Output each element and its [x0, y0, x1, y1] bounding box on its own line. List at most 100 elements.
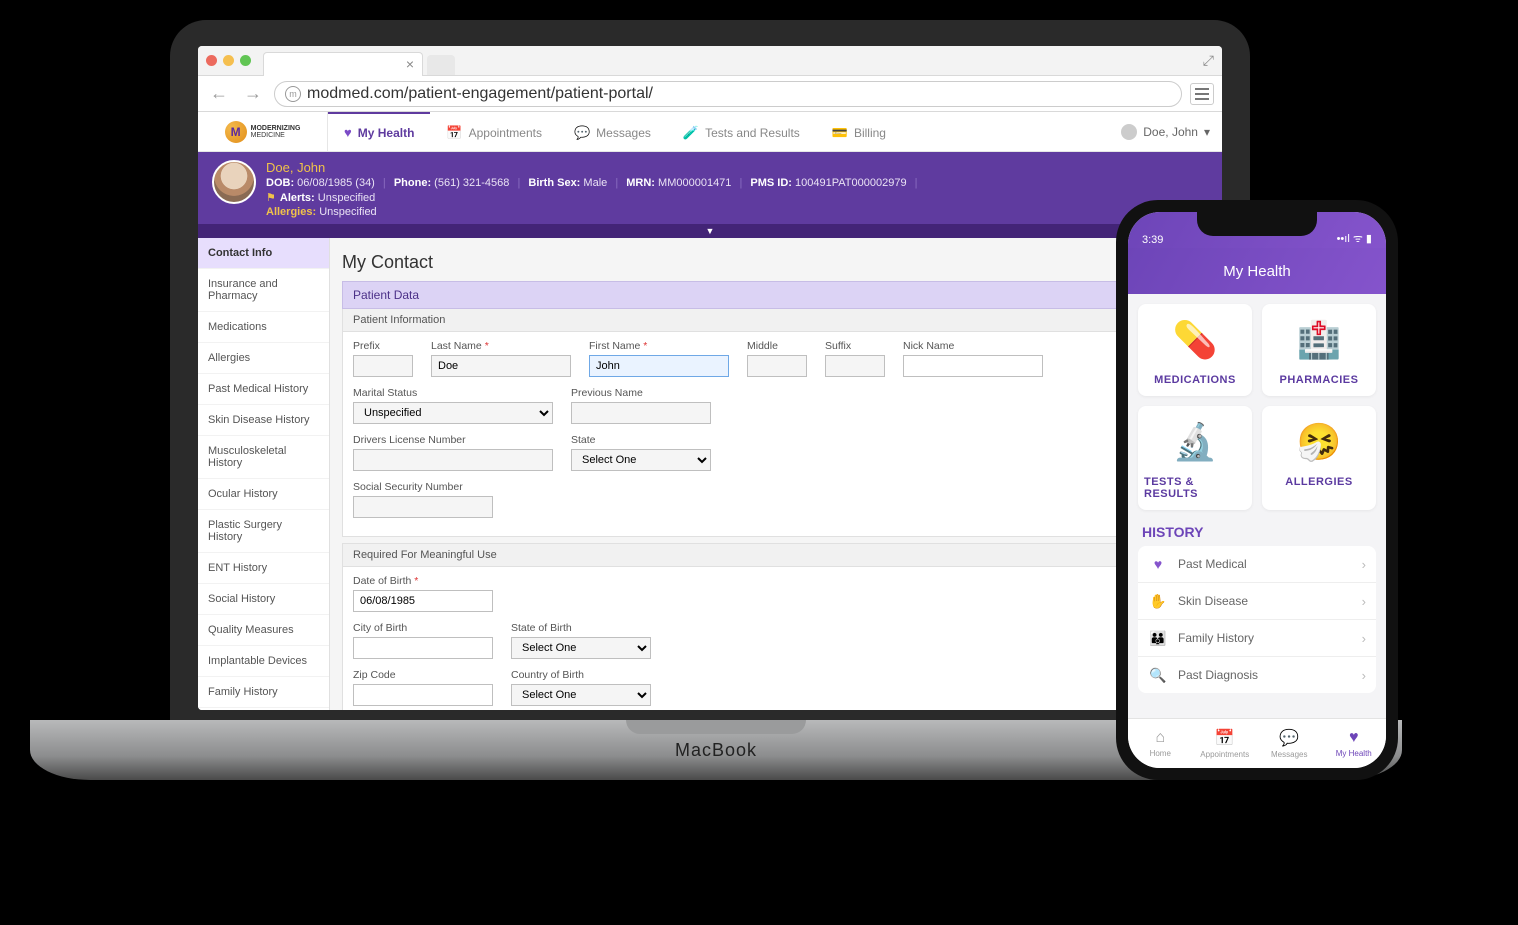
sidebar-item-quality[interactable]: Quality Measures — [198, 615, 329, 646]
sidebar-item-past-medical[interactable]: Past Medical History — [198, 374, 329, 405]
history-item-skin[interactable]: ✋ Skin Disease › — [1138, 583, 1376, 620]
sidebar-item-insurance-pharmacy[interactable]: Insurance and Pharmacy — [198, 269, 329, 312]
maximize-window-icon[interactable] — [240, 55, 251, 66]
main-content: My Contact Patient Data Patient Informat… — [330, 238, 1222, 710]
state-birth-label: State of Birth — [511, 622, 651, 634]
sidebar-item-problem-list[interactable]: Problem List — [198, 708, 329, 710]
chat-icon: 💬 — [574, 125, 590, 141]
heart-icon: ♥ — [1349, 729, 1359, 747]
sidebar-item-skin-disease[interactable]: Skin Disease History — [198, 405, 329, 436]
state-select[interactable]: Select One — [571, 449, 711, 471]
dob-input[interactable] — [353, 590, 493, 612]
app-logo[interactable]: MODERNIZING MEDICINE — [198, 112, 328, 151]
ssn-input[interactable] — [353, 496, 493, 518]
nav-appointments[interactable]: 📅 Appointments — [430, 112, 558, 151]
section-patient-data: Patient Data — [342, 281, 1210, 309]
nav-label: Tests and Results — [705, 126, 800, 140]
first-name-input[interactable] — [589, 355, 729, 377]
sidebar-item-plastic-surgery[interactable]: Plastic Surgery History — [198, 510, 329, 553]
sidebar-item-medications[interactable]: Medications — [198, 312, 329, 343]
middle-input[interactable] — [747, 355, 807, 377]
phone-tab-bar: ⌂ Home 📅 Appointments 💬 Messages ♥ My He… — [1128, 718, 1386, 768]
tab-home[interactable]: ⌂ Home — [1128, 719, 1193, 768]
forward-icon[interactable]: → — [240, 83, 266, 104]
prev-name-input[interactable] — [571, 402, 711, 424]
app-header: MODERNIZING MEDICINE ♥ My Health 📅 Appoi… — [198, 112, 1222, 152]
page-title: My Contact — [342, 252, 1210, 273]
user-menu[interactable]: Doe, John ▾ — [1109, 112, 1222, 151]
nav-label: Billing — [854, 126, 886, 140]
test-tube-icon: 🧪 — [683, 125, 699, 141]
city-birth-input[interactable] — [353, 637, 493, 659]
fullscreen-icon[interactable]: ⤢ — [1203, 52, 1214, 69]
suffix-input[interactable] — [825, 355, 885, 377]
address-bar[interactable]: m modmed.com/patient-engagement/patient-… — [274, 81, 1182, 107]
heart-icon: ♥ — [344, 125, 352, 140]
section-meaningful-use: Required For Meaningful Use — [342, 543, 1210, 567]
last-name-label: Last Name — [431, 340, 571, 352]
nav-tests[interactable]: 🧪 Tests and Results — [667, 112, 816, 151]
sidebar-item-implantable[interactable]: Implantable Devices — [198, 646, 329, 677]
avatar-icon — [1121, 124, 1137, 140]
chevron-right-icon: › — [1362, 594, 1366, 609]
history-item-family[interactable]: 👪 Family History › — [1138, 620, 1376, 657]
status-time: 3:39 — [1142, 234, 1163, 246]
history-item-past-medical[interactable]: ♥ Past Medical › — [1138, 546, 1376, 583]
nav-label: Appointments — [469, 126, 542, 140]
zip-input[interactable] — [353, 684, 493, 706]
sidebar-item-social[interactable]: Social History — [198, 584, 329, 615]
tab-close-icon[interactable]: × — [406, 56, 414, 72]
macbook-hinge-notch — [626, 720, 806, 734]
dl-input[interactable] — [353, 449, 553, 471]
country-birth-select[interactable]: Select One — [511, 684, 651, 706]
microscope-icon: 🔬 — [1165, 416, 1225, 468]
marital-label: Marital Status — [353, 387, 553, 399]
phone-title: My Health — [1223, 263, 1291, 280]
status-icons: ••ıl ᯤ ▮ — [1337, 231, 1372, 246]
sidebar: Contact Info Insurance and Pharmacy Medi… — [198, 238, 330, 710]
history-item-past-diagnosis[interactable]: 🔍 Past Diagnosis › — [1138, 657, 1376, 693]
tile-pharmacies[interactable]: 🏥 PHARMACIES — [1262, 304, 1376, 396]
last-name-input[interactable] — [431, 355, 571, 377]
nav-messages[interactable]: 💬 Messages — [558, 112, 667, 151]
nick-input[interactable] — [903, 355, 1043, 377]
close-window-icon[interactable] — [206, 55, 217, 66]
sidebar-item-musculoskeletal[interactable]: Musculoskeletal History — [198, 436, 329, 479]
heart-icon: ♥ — [1148, 554, 1168, 574]
phone-header: My Health — [1128, 248, 1386, 294]
sidebar-item-contact-info[interactable]: Contact Info — [198, 238, 329, 269]
minimize-window-icon[interactable] — [223, 55, 234, 66]
tile-medications[interactable]: 💊 MEDICATIONS — [1138, 304, 1252, 396]
tile-allergies[interactable]: 🤧 ALLERGIES — [1262, 406, 1376, 510]
iphone-screen: 3:39 ••ıl ᯤ ▮ ‹ Search My Health 💊 MEDIC… — [1128, 212, 1386, 768]
chevron-right-icon: › — [1362, 668, 1366, 683]
tile-grid: 💊 MEDICATIONS 🏥 PHARMACIES 🔬 TESTS & RES… — [1138, 304, 1376, 510]
tissue-box-icon: 🤧 — [1289, 416, 1349, 468]
browser-menu-icon[interactable] — [1190, 83, 1214, 105]
browser-tab[interactable]: × — [263, 52, 423, 76]
tab-appointments[interactable]: 📅 Appointments — [1193, 719, 1258, 768]
dob-label: Date of Birth — [353, 575, 493, 587]
tab-messages[interactable]: 💬 Messages — [1257, 719, 1322, 768]
sidebar-item-ocular[interactable]: Ocular History — [198, 479, 329, 510]
nav-label: Messages — [596, 126, 651, 140]
marital-select[interactable]: Unspecified — [353, 402, 553, 424]
tile-tests-results[interactable]: 🔬 TESTS & RESULTS — [1138, 406, 1252, 510]
nav-my-health[interactable]: ♥ My Health — [328, 112, 430, 151]
sidebar-item-ent[interactable]: ENT History — [198, 553, 329, 584]
history-heading: HISTORY — [1142, 524, 1372, 540]
prefix-input[interactable] — [353, 355, 413, 377]
sidebar-item-allergies[interactable]: Allergies — [198, 343, 329, 374]
sidebar-item-family[interactable]: Family History — [198, 677, 329, 708]
back-icon[interactable]: ← — [206, 83, 232, 104]
macbook-screen-bezel: × ⤢ ← → m modmed.com/patient-engagement/… — [170, 20, 1250, 720]
banner-collapse-toggle[interactable]: ▼ — [198, 224, 1222, 238]
tab-my-health[interactable]: ♥ My Health — [1322, 719, 1387, 768]
home-icon: ⌂ — [1155, 729, 1165, 747]
nav-billing[interactable]: 💳 Billing — [816, 112, 902, 151]
chevron-down-icon: ▾ — [1204, 125, 1210, 139]
new-tab-button[interactable] — [427, 55, 455, 75]
state-birth-select[interactable]: Select One — [511, 637, 651, 659]
iphone-frame: 3:39 ••ıl ᯤ ▮ ‹ Search My Health 💊 MEDIC… — [1116, 200, 1398, 780]
city-birth-label: City of Birth — [353, 622, 493, 634]
